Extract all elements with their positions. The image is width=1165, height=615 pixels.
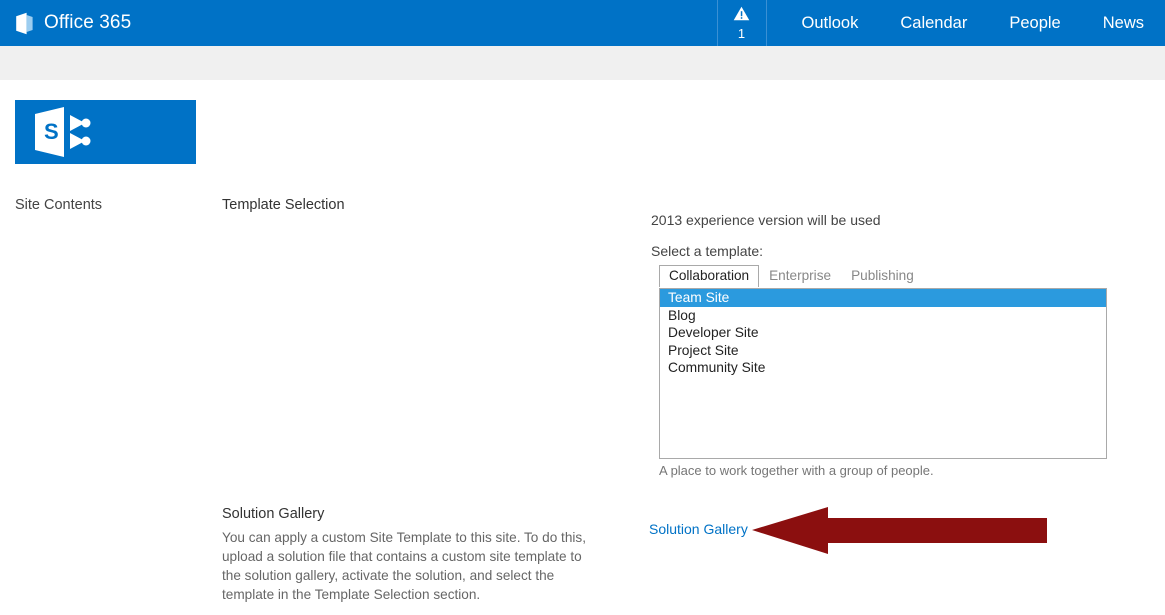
sharepoint-logo-icon: S: [32, 106, 104, 163]
template-selection-heading: Template Selection: [222, 197, 345, 213]
nav-item-news[interactable]: News: [1082, 0, 1165, 46]
suite-bar-spacer: [131, 0, 716, 46]
suite-secondary-band: [0, 46, 1165, 80]
tab-collaboration[interactable]: Collaboration: [659, 265, 759, 287]
tab-publishing[interactable]: Publishing: [841, 265, 924, 287]
nav-item-calendar[interactable]: Calendar: [879, 0, 988, 46]
list-item[interactable]: Community Site: [660, 359, 1106, 377]
list-item[interactable]: Project Site: [660, 342, 1106, 360]
solution-gallery-link[interactable]: Solution Gallery: [649, 521, 748, 537]
template-listbox[interactable]: Team Site Blog Developer Site Project Si…: [659, 288, 1107, 459]
nav-item-people[interactable]: People: [988, 0, 1081, 46]
suite-brand-label: Office 365: [44, 12, 131, 34]
list-item[interactable]: Team Site: [660, 289, 1106, 307]
left-arrow-annotation-icon: [750, 506, 1050, 558]
template-description: A place to work together with a group of…: [659, 463, 934, 478]
solution-gallery-heading: Solution Gallery: [222, 506, 324, 522]
office-logo-icon: [14, 12, 35, 35]
nav-item-outlook[interactable]: Outlook: [781, 0, 880, 46]
list-item[interactable]: Blog: [660, 307, 1106, 325]
warning-triangle-icon: [733, 6, 750, 26]
select-template-label: Select a template:: [651, 243, 763, 259]
svg-text:S: S: [44, 119, 59, 144]
experience-version-note: 2013 experience version will be used: [651, 212, 881, 228]
suite-bar: Office 365 1 Outlook Calendar People New…: [0, 0, 1165, 46]
alert-count-badge: 1: [738, 27, 745, 40]
list-item[interactable]: Developer Site: [660, 324, 1106, 342]
tab-enterprise[interactable]: Enterprise: [759, 265, 841, 287]
quick-launch-site-contents[interactable]: Site Contents: [15, 197, 102, 213]
template-category-tabstrip: Collaboration Enterprise Publishing: [659, 265, 924, 287]
site-logo-tile[interactable]: S: [15, 100, 196, 164]
solution-gallery-description: You can apply a custom Site Template to …: [222, 528, 600, 604]
alert-notification-button[interactable]: 1: [717, 0, 767, 46]
suite-nav: Outlook Calendar People News: [767, 0, 1165, 46]
suite-brand[interactable]: Office 365: [0, 0, 131, 46]
